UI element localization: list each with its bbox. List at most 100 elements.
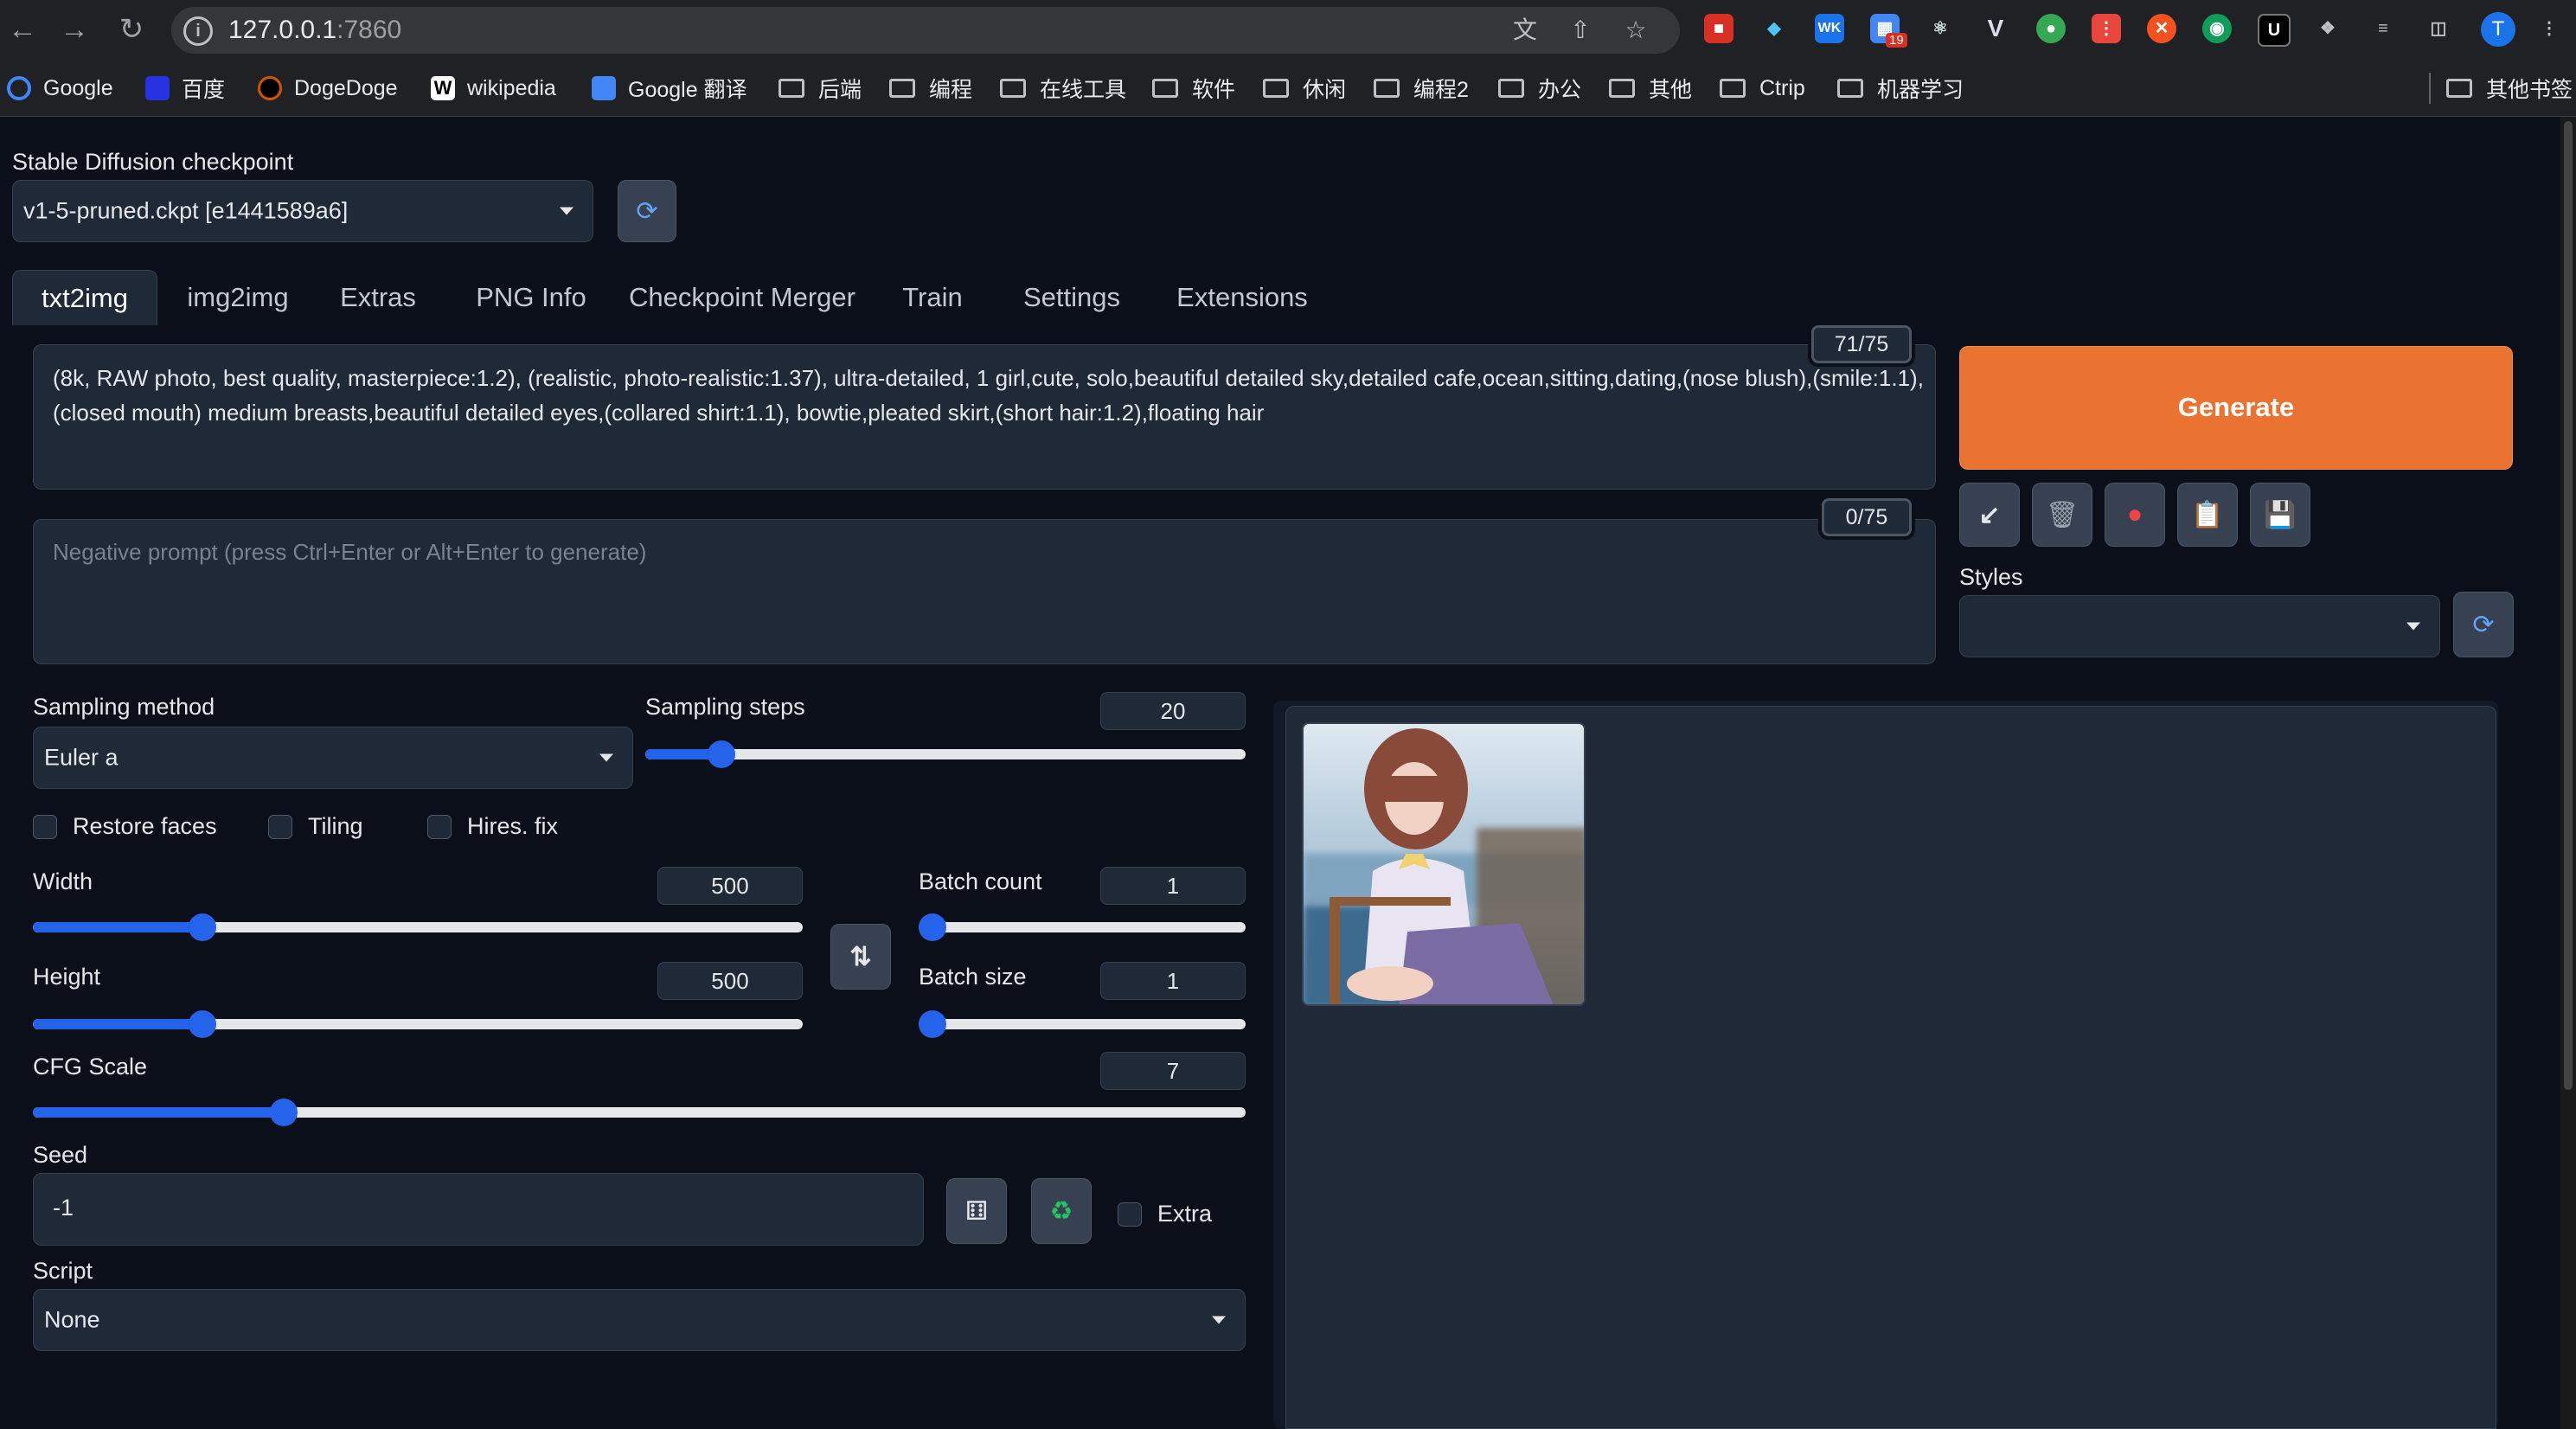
- tiling-checkbox[interactable]: Tiling: [268, 813, 363, 840]
- dogedoge-icon: [258, 76, 282, 100]
- clear-prompt-button[interactable]: 🗑: [2032, 483, 2092, 547]
- tab-checkpoint-merger[interactable]: Checkpoint Merger: [626, 270, 858, 325]
- tab-extras[interactable]: Extras: [330, 270, 426, 325]
- bookmark-folder-programming[interactable]: 编程: [889, 71, 972, 106]
- extension-red-icon[interactable]: ■: [1704, 14, 1733, 43]
- extension-green-icon[interactable]: ◉: [2202, 14, 2232, 43]
- slider-handle[interactable]: [188, 913, 216, 941]
- tab-train[interactable]: Train: [898, 270, 967, 325]
- bookmark-other-bookmarks[interactable]: 其他书签: [2446, 71, 2573, 106]
- random-seed-button[interactable]: ⚅: [946, 1178, 1007, 1244]
- extension-diamond-icon[interactable]: ◆: [1759, 14, 1789, 43]
- refresh-checkpoint-button[interactable]: ⟳: [618, 180, 676, 242]
- checkbox-box[interactable]: [1118, 1202, 1142, 1227]
- width-slider[interactable]: [33, 913, 803, 941]
- extension-orange-icon[interactable]: ✕: [2147, 14, 2176, 43]
- slider-fill: [33, 1107, 285, 1118]
- save-style-button[interactable]: 💾: [2250, 483, 2310, 547]
- extension-dots-icon[interactable]: ⋮: [2092, 14, 2121, 43]
- bookmark-google-translate[interactable]: Google 翻译: [592, 71, 747, 106]
- sampling-steps-label: Sampling steps: [645, 694, 805, 720]
- bookmark-star-icon[interactable]: ☆: [1621, 16, 1650, 45]
- extension-u-icon[interactable]: U: [2258, 14, 2291, 47]
- seed-extra-checkbox[interactable]: Extra: [1118, 1201, 1212, 1227]
- bookmark-folder-leisure[interactable]: 休闲: [1263, 71, 1346, 106]
- reading-list-icon[interactable]: ≡: [2368, 14, 2398, 43]
- restore-faces-checkbox[interactable]: Restore faces: [33, 813, 217, 840]
- batch-count-slider[interactable]: [919, 913, 1246, 941]
- batch-size-input[interactable]: 1: [1100, 962, 1246, 1000]
- tab-img2img[interactable]: img2img: [164, 270, 311, 325]
- browser-toolbar: ← → ↻ i 127.0.0.1:7860 文 ⇧ ☆ ■ ◆ WK ▦ 19…: [0, 0, 2576, 61]
- slider-handle[interactable]: [919, 913, 946, 941]
- negative-prompt-textarea[interactable]: Negative prompt (press Ctrl+Enter or Alt…: [33, 519, 1936, 664]
- tab-png-info[interactable]: PNG Info: [462, 270, 600, 325]
- extensions-puzzle-icon[interactable]: ❖: [2313, 14, 2342, 43]
- seed-input[interactable]: -1: [33, 1173, 924, 1246]
- generated-image-thumbnail[interactable]: [1302, 722, 1586, 1006]
- slider-handle[interactable]: [270, 1099, 298, 1126]
- bookmark-folder-other[interactable]: 其他: [1609, 71, 1692, 106]
- bookmark-google[interactable]: Google: [7, 71, 113, 106]
- reuse-seed-button[interactable]: ♻: [1031, 1178, 1092, 1244]
- bookmark-baidu[interactable]: 百度: [145, 71, 225, 106]
- checkpoint-select[interactable]: v1-5-pruned.ckpt [e1441589a6]: [12, 180, 593, 242]
- bookmark-folder-ctrip[interactable]: Ctrip: [1720, 71, 1805, 106]
- styles-select[interactable]: [1959, 595, 2440, 657]
- swap-dimensions-button[interactable]: ⇅: [830, 924, 891, 990]
- width-input[interactable]: 500: [657, 867, 803, 905]
- bookmark-folder-office[interactable]: 办公: [1498, 71, 1581, 106]
- sampling-steps-slider[interactable]: [645, 740, 1246, 768]
- flower-card-icon: ●: [2126, 500, 2143, 529]
- tab-extensions[interactable]: Extensions: [1168, 270, 1317, 325]
- tab-txt2img[interactable]: txt2img: [12, 270, 157, 325]
- generate-button[interactable]: Generate: [1959, 346, 2513, 470]
- sampling-steps-input[interactable]: 20: [1100, 692, 1246, 730]
- prompt-textarea[interactable]: (8k, RAW photo, best quality, masterpiec…: [33, 344, 1936, 490]
- reload-icon[interactable]: ↻: [114, 12, 149, 47]
- back-arrow-icon[interactable]: ←: [5, 12, 40, 47]
- height-slider[interactable]: [33, 1010, 803, 1038]
- refresh-styles-button[interactable]: ⟳: [2453, 592, 2514, 657]
- translate-icon[interactable]: 文: [1510, 16, 1540, 45]
- forward-arrow-icon[interactable]: →: [57, 12, 92, 47]
- hires-fix-checkbox[interactable]: Hires. fix: [427, 813, 558, 840]
- extension-color-icon[interactable]: ●: [2036, 14, 2066, 43]
- bookmark-folder-software[interactable]: 软件: [1152, 71, 1235, 106]
- cfg-scale-input[interactable]: 7: [1100, 1052, 1246, 1090]
- bookmark-wikipedia[interactable]: Wwikipedia: [431, 71, 556, 106]
- bookmark-dogedoge[interactable]: DogeDoge: [258, 71, 398, 106]
- cfg-scale-slider[interactable]: [33, 1099, 1246, 1126]
- sampling-method-select[interactable]: Euler a: [33, 727, 633, 789]
- share-icon[interactable]: ⇧: [1566, 16, 1595, 45]
- extension-react-icon[interactable]: ⚛: [1926, 14, 1955, 43]
- show-extra-networks-button[interactable]: ●: [2105, 483, 2165, 547]
- apply-style-button[interactable]: 📋: [2177, 483, 2238, 547]
- bookmark-folder-ml[interactable]: 机器学习: [1837, 71, 1964, 106]
- width-label: Width: [33, 868, 93, 894]
- checkbox-box[interactable]: [33, 814, 57, 839]
- checkbox-box[interactable]: [427, 814, 452, 839]
- bookmark-folder-programming2[interactable]: 编程2: [1374, 71, 1469, 106]
- bookmark-folder-backend[interactable]: 后端: [779, 71, 862, 106]
- folder-icon: [1000, 79, 1026, 98]
- height-input[interactable]: 500: [657, 962, 803, 1000]
- profile-avatar[interactable]: T: [2481, 12, 2515, 47]
- scrollbar-thumb[interactable]: [2564, 121, 2573, 1090]
- batch-size-slider[interactable]: [919, 1010, 1246, 1038]
- browser-menu-icon[interactable]: ⋮: [2534, 14, 2564, 43]
- slider-handle[interactable]: [188, 1010, 216, 1038]
- slider-handle[interactable]: [708, 740, 736, 768]
- read-params-button[interactable]: ↙: [1959, 483, 2020, 547]
- bookmark-folder-online-tools[interactable]: 在线工具: [1000, 71, 1126, 106]
- batch-count-input[interactable]: 1: [1100, 867, 1246, 905]
- extension-v-icon[interactable]: V: [1981, 14, 2010, 43]
- address-bar[interactable]: i 127.0.0.1:7860 文 ⇧ ☆: [171, 7, 1680, 54]
- script-select[interactable]: None: [33, 1289, 1246, 1351]
- checkbox-box[interactable]: [268, 814, 292, 839]
- site-info-icon[interactable]: i: [183, 16, 213, 46]
- slider-handle[interactable]: [919, 1010, 946, 1038]
- extension-wk-icon[interactable]: WK: [1815, 14, 1844, 43]
- tab-settings[interactable]: Settings: [1016, 270, 1128, 325]
- side-panel-icon[interactable]: ◫: [2424, 14, 2453, 43]
